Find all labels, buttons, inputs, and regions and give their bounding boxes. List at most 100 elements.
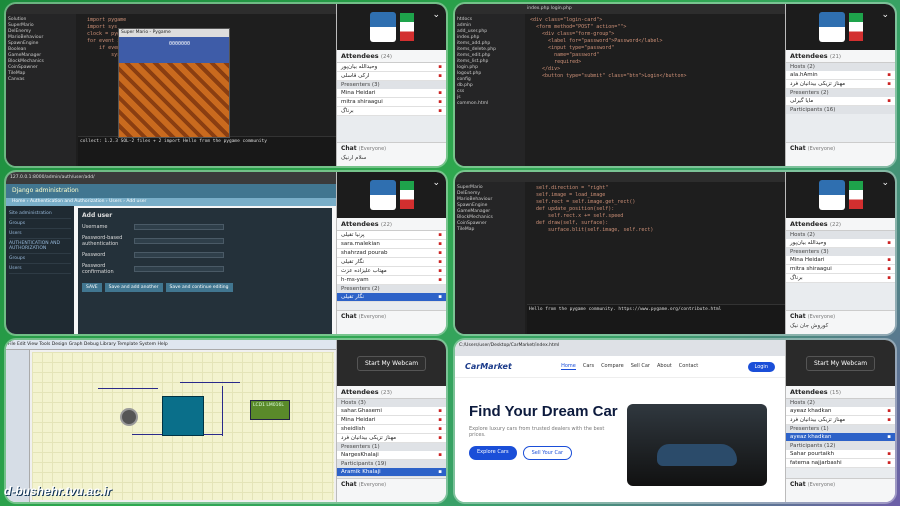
- attendee-row[interactable]: وحید‌الله بیان‌پور ▪: [786, 239, 895, 248]
- attendee-row[interactable]: مهناز تزیکی بیدانیان فرد ▪: [786, 80, 895, 89]
- webcam-feed: ⌄: [337, 172, 446, 218]
- breadcrumb[interactable]: Home › Authentication and Authorization …: [6, 198, 336, 206]
- attendee-row[interactable]: مهناز تزیکی بیدانیان فرد ▪: [337, 434, 446, 443]
- tool-palette[interactable]: [6, 350, 30, 502]
- attendee-row[interactable]: sahar.Ghasemi ▪: [337, 407, 446, 416]
- attendee-row[interactable]: ala.hAmin ▪: [786, 71, 895, 80]
- nav-item[interactable]: Groups: [9, 254, 71, 264]
- chevron-down-icon[interactable]: ⌄: [432, 10, 440, 20]
- attendee-row[interactable]: ارکی قاسلی ▪: [337, 72, 446, 81]
- attendee-row-selected[interactable]: ayeaz khadkan ▪: [786, 433, 895, 442]
- editor-tabbar[interactable]: index.php login.php: [455, 4, 785, 14]
- university-logo: [369, 180, 396, 210]
- attendees-header[interactable]: Attendees (21): [786, 50, 895, 63]
- attendee-row[interactable]: برناگ ▪: [337, 107, 446, 116]
- attendee-row[interactable]: sheidlish ▪: [337, 425, 446, 434]
- attendee-row[interactable]: ayeaz khadkan ▪: [786, 407, 895, 416]
- attendee-row[interactable]: پرنیا تقیلی ▪: [337, 231, 446, 240]
- file-explorer[interactable]: SuperMario DelEnemy MarioBehaviour Spawn…: [455, 182, 525, 334]
- editor-tabbar[interactable]: [455, 172, 785, 182]
- attendee-row[interactable]: وحید‌الله بیان‌پور ▪: [337, 63, 446, 72]
- code-editor[interactable]: self.direction = "right" self.image = lo…: [527, 182, 785, 304]
- brand-logo[interactable]: CarMarket: [465, 362, 512, 371]
- attendee-row[interactable]: mitra shiraagui ▪: [786, 265, 895, 274]
- attendees-header[interactable]: Attendees (22): [337, 218, 446, 231]
- login-button[interactable]: Login: [747, 361, 775, 372]
- password-confirm-field[interactable]: [134, 266, 224, 272]
- nav-item[interactable]: Site administration: [9, 209, 71, 219]
- chat-panel[interactable]: Chat (Everyone): [786, 478, 895, 502]
- game-window[interactable]: Super Mario - Pygame 0000000: [118, 28, 230, 138]
- browser-address-bar[interactable]: C:/Users/user/Desktop/CarMarket/index.ht…: [455, 340, 785, 356]
- nav-contact[interactable]: Contact: [679, 363, 698, 370]
- attendee-row[interactable]: NargesKhalaji ▪: [337, 451, 446, 460]
- chevron-down-icon[interactable]: ⌄: [881, 178, 889, 188]
- explore-cars-button[interactable]: Explore Cars: [469, 446, 517, 460]
- nav-item[interactable]: Users: [9, 229, 71, 239]
- attendee-row[interactable]: sara.malekian ▪: [337, 240, 446, 249]
- username-field[interactable]: [134, 224, 224, 230]
- file-explorer[interactable]: Solution SuperMario DelEnemy MarioBehavi…: [6, 14, 76, 166]
- arduino-board[interactable]: [162, 396, 204, 436]
- chevron-down-icon[interactable]: ⌄: [432, 178, 440, 188]
- attendee-row[interactable]: Mina Heidari ▪: [337, 416, 446, 425]
- attendee-row[interactable]: مهناز تزیکی بیدانیان فرد ▪: [786, 416, 895, 425]
- lcd-display[interactable]: LCD1 LM016L: [250, 400, 290, 420]
- file-explorer[interactable]: htdocs admin add_user.php index.php item…: [455, 14, 525, 166]
- attendee-row-selected[interactable]: Aramik Khalaji ▪: [337, 468, 446, 477]
- terminal-panel[interactable]: Hello from the pygame community. https:/…: [527, 304, 785, 334]
- password-field[interactable]: [134, 252, 224, 258]
- game-terrain: [119, 63, 229, 137]
- chat-panel[interactable]: Chat (Everyone): [337, 310, 446, 334]
- attendee-row[interactable]: Mina Heidari ▪: [786, 256, 895, 265]
- browser-address-bar[interactable]: 127.0.0.1:8000/admin/auth/user/add/: [6, 172, 336, 184]
- wire: [98, 388, 158, 389]
- chat-panel[interactable]: Chat (Everyone) کوروش جان نیک: [786, 310, 895, 334]
- attendee-row[interactable]: Sahar pourtaikh ▪: [786, 450, 895, 459]
- save-button[interactable]: SAVE: [82, 283, 102, 292]
- attendee-row[interactable]: mitra shiraagui ▪: [337, 98, 446, 107]
- chat-panel[interactable]: Chat (Everyone) سلام ارنیک: [337, 142, 446, 166]
- attendee-row[interactable]: shahrzad pourab ▪: [337, 249, 446, 258]
- site-header: CarMarket Home Cars Compare Sell Car Abo…: [455, 356, 785, 378]
- nav-compare[interactable]: Compare: [601, 363, 624, 370]
- flag-icon: [399, 13, 414, 41]
- schematic-canvas[interactable]: LCD1 LM016L: [32, 352, 334, 500]
- attendee-row[interactable]: نگار تقیلی ▪: [337, 258, 446, 267]
- attendees-header[interactable]: Attendees (23): [337, 386, 446, 399]
- nav-cars[interactable]: Cars: [583, 363, 594, 370]
- attendee-row[interactable]: مهتاب علیزاده عزت ▪: [337, 267, 446, 276]
- start-webcam-button[interactable]: Start My Webcam: [356, 355, 427, 371]
- tree-item[interactable]: common.html: [457, 100, 523, 106]
- tree-item[interactable]: Canvas: [8, 76, 74, 82]
- flag-icon: [848, 13, 863, 41]
- attendees-header[interactable]: Attendees (24): [337, 50, 446, 63]
- nav-item[interactable]: Groups: [9, 219, 71, 229]
- attendee-row-selected[interactable]: نگار تقیلی ▪: [337, 293, 446, 302]
- code-editor[interactable]: <div class="login-card"> <form method="P…: [527, 14, 785, 166]
- terminal-panel[interactable]: collect: 1.2.3 SOL-2 files + 2 import He…: [78, 136, 336, 166]
- attendee-row[interactable]: مایا گیرلی ▪: [786, 97, 895, 106]
- save-continue-button[interactable]: Save and continue editing: [165, 283, 233, 292]
- attendee-row[interactable]: برناگ ▪: [786, 274, 895, 283]
- attendee-row[interactable]: Mina Heidari ▪: [337, 89, 446, 98]
- attendee-row[interactable]: fatema najjarbashi ▪: [786, 459, 895, 468]
- start-webcam-button[interactable]: Start My Webcam: [805, 355, 876, 371]
- attendees-header[interactable]: Attendees (15): [786, 386, 895, 399]
- attendee-row[interactable]: h-ms-yam ▪: [337, 276, 446, 285]
- nav-sell-car[interactable]: Sell Car: [631, 363, 650, 370]
- attendees-header[interactable]: Attendees (22): [786, 218, 895, 231]
- chevron-down-icon[interactable]: ⌄: [881, 10, 889, 20]
- nav-home[interactable]: Home: [561, 363, 576, 370]
- nav-item[interactable]: Users: [9, 264, 71, 274]
- auth-toggle[interactable]: [134, 238, 224, 244]
- tree-item[interactable]: TileMap: [457, 226, 523, 232]
- sensor-component[interactable]: [120, 408, 138, 426]
- chat-panel[interactable]: Chat (Everyone): [786, 142, 895, 166]
- sell-car-button[interactable]: Sell Your Car: [522, 446, 573, 460]
- menu-bar[interactable]: File Edit View Tools Design Graph Debug …: [6, 340, 336, 350]
- page-title: Add user: [82, 212, 113, 219]
- save-add-another-button[interactable]: Save and add another: [104, 283, 163, 292]
- nav-about[interactable]: About: [657, 363, 672, 370]
- chat-panel[interactable]: Chat (Everyone): [337, 478, 446, 502]
